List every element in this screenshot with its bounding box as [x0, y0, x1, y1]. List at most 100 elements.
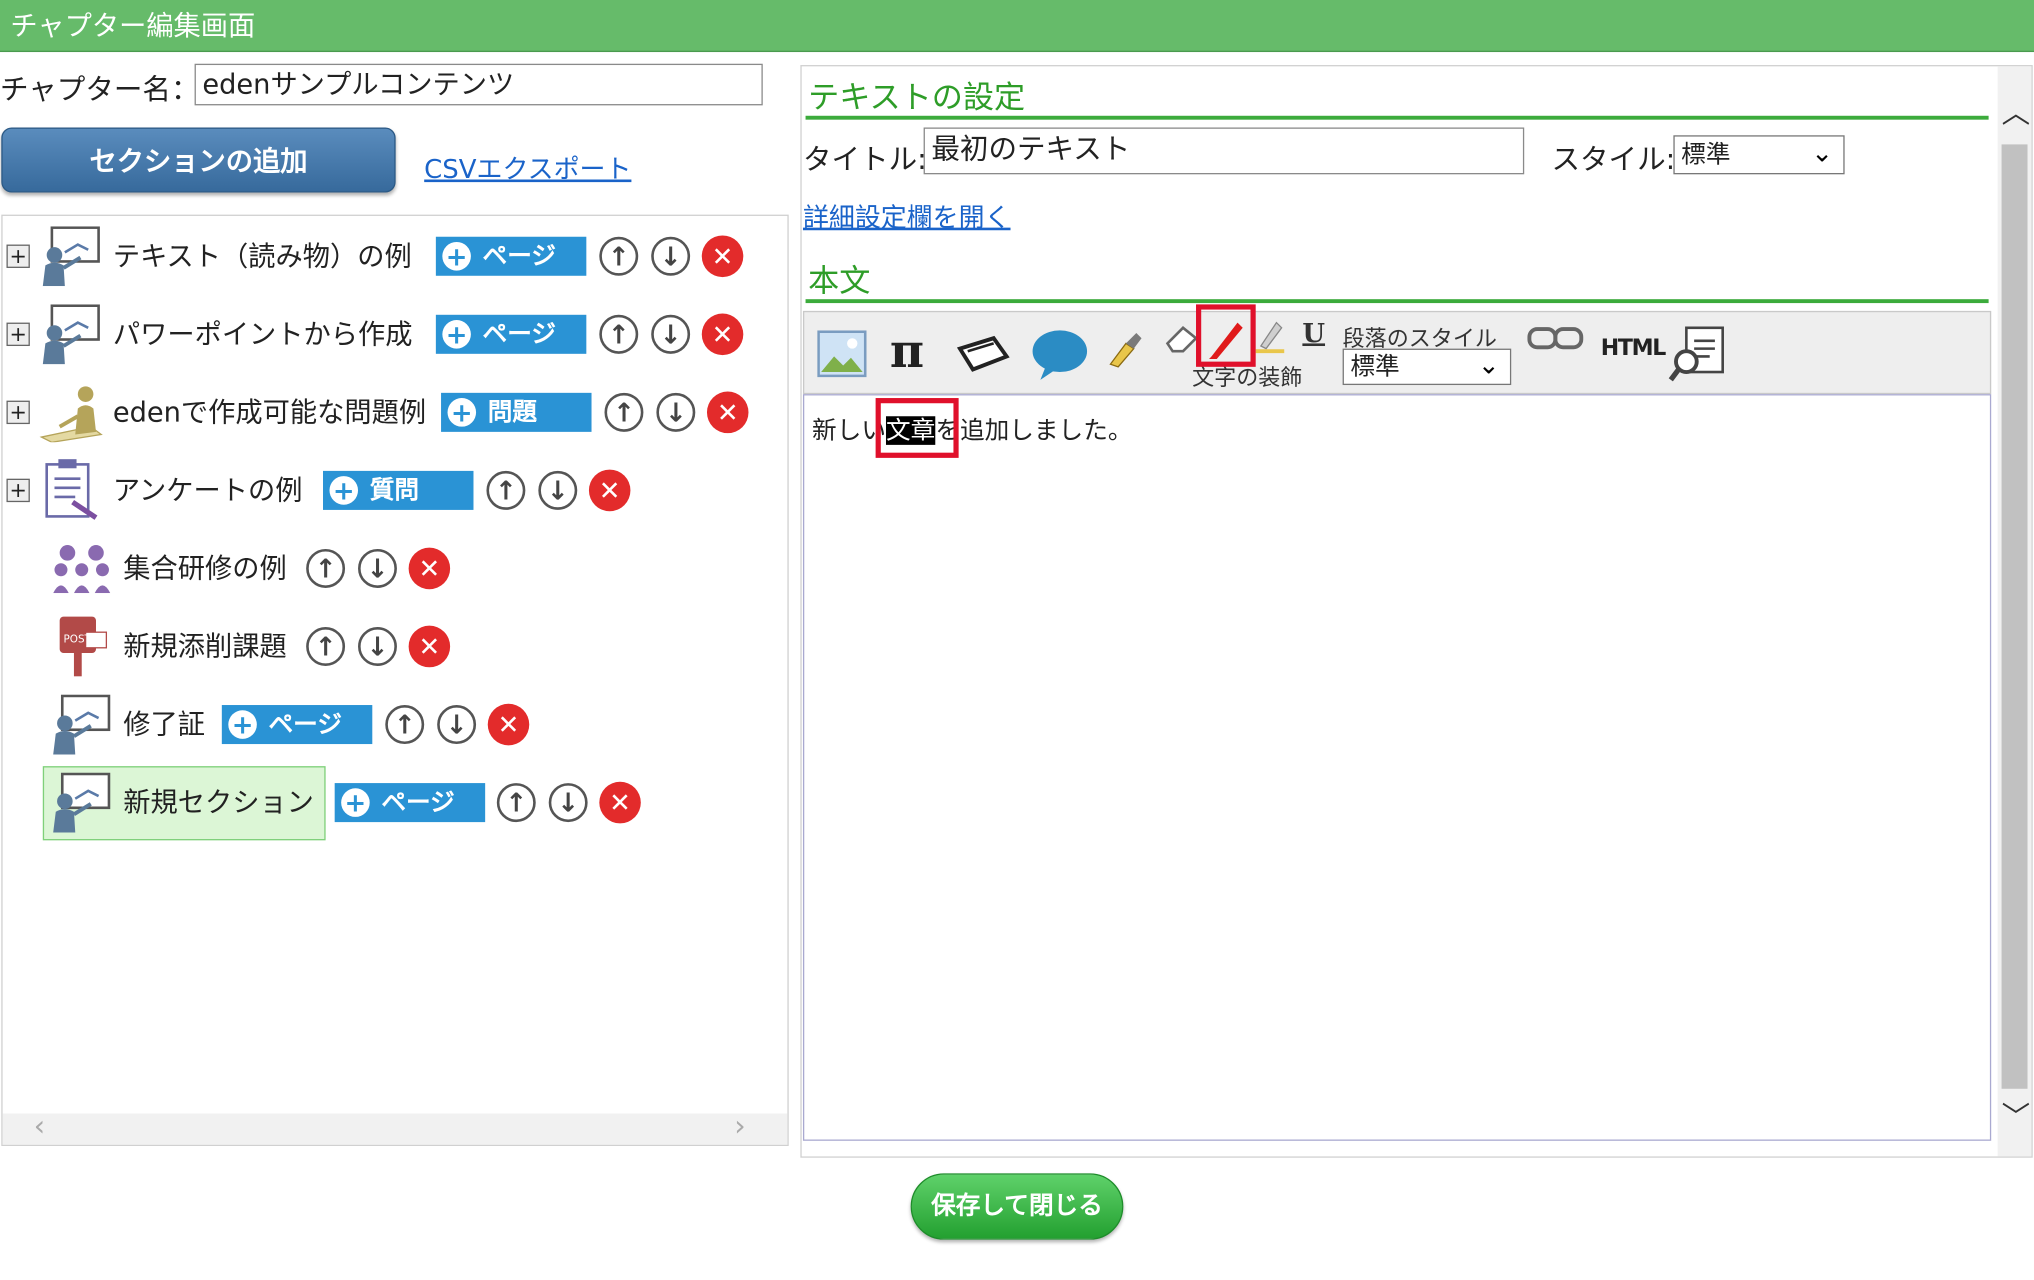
plus-icon: + — [341, 788, 370, 817]
add-question-button[interactable]: + 問題 — [441, 392, 592, 432]
presentation-icon — [42, 304, 100, 365]
csv-export-link[interactable]: CSVエクスポート — [424, 148, 631, 186]
move-up-icon[interactable]: ↑ — [306, 548, 346, 588]
vertical-scrollbar[interactable]: ︿ ﹀ — [1997, 66, 2032, 1157]
editor-text[interactable]: 新しい文章を追加しました。 — [812, 411, 1133, 446]
exam-icon — [39, 386, 103, 443]
add-page-button[interactable]: + ページ — [435, 314, 587, 354]
horizontal-scrollbar[interactable]: ‹ › — [2, 1111, 788, 1145]
section-label[interactable]: 修了証 — [123, 704, 205, 743]
section-label[interactable]: 新規セクション — [123, 782, 314, 821]
editor-toolbar: π U 文字の装飾 段落のスタイル 標準 ⌄ HTML — [802, 310, 1992, 395]
speech-bubble-icon[interactable] — [1030, 328, 1090, 380]
highlighter-icon[interactable] — [1253, 317, 1287, 354]
paragraph-style-select[interactable]: 標準 ⌄ — [1342, 348, 1512, 386]
plus-icon: + — [442, 319, 471, 349]
presentation-icon — [53, 694, 111, 755]
move-down-icon[interactable]: ↓ — [656, 392, 696, 432]
add-section-button[interactable]: セクションの追加 — [1, 127, 396, 193]
window-title: チャプター編集画面 — [0, 0, 2034, 53]
delete-icon[interactable]: ✕ — [487, 703, 530, 746]
chapter-name-input[interactable]: edenサンプルコンテンツ — [194, 63, 763, 106]
section-label[interactable]: 集合研修の例 — [123, 548, 286, 587]
scrollbar-thumb[interactable] — [2001, 144, 2028, 1089]
expand-icon[interactable]: + — [6, 244, 30, 268]
plus-icon: + — [329, 476, 359, 505]
title-input[interactable]: 最初のテキスト — [923, 127, 1525, 175]
svg-text:POST: POST — [64, 634, 92, 646]
section-label[interactable]: 新規添削課題 — [123, 626, 286, 665]
expand-icon[interactable]: + — [6, 322, 30, 347]
delete-icon[interactable]: ✕ — [701, 235, 744, 278]
move-down-icon[interactable]: ↓ — [548, 783, 588, 823]
text-color-highlight-box — [1196, 304, 1256, 367]
add-survey-question-button[interactable]: + 質問 — [323, 470, 474, 510]
section-label[interactable]: テキスト（読み物）の例 — [113, 235, 412, 274]
heading-divider — [805, 115, 1989, 120]
insert-formula-icon[interactable]: π — [890, 328, 924, 375]
section-tree-panel: + テキスト（読み物）の例 + ページ ↑ ↓ ✕ + パワーポイントから作成 +… — [1, 214, 789, 1147]
move-up-icon[interactable]: ↑ — [604, 392, 644, 432]
move-down-icon[interactable]: ↓ — [538, 470, 578, 510]
add-page-button[interactable]: + ページ — [334, 783, 486, 823]
underline-icon[interactable]: U — [1302, 320, 1325, 346]
move-down-icon[interactable]: ↓ — [651, 314, 691, 354]
plus-icon: + — [447, 398, 477, 427]
preview-icon[interactable] — [1668, 323, 1728, 385]
chevron-down-icon: ⌄ — [1477, 348, 1500, 380]
move-down-icon[interactable]: ↓ — [651, 236, 691, 276]
body-divider — [805, 299, 1989, 304]
clipboard-icon — [45, 459, 98, 520]
scroll-left-icon[interactable]: ‹ — [34, 1111, 45, 1144]
insert-image-icon[interactable] — [817, 330, 867, 378]
format-paint-icon[interactable] — [1105, 330, 1144, 369]
scroll-right-icon[interactable]: › — [734, 1111, 745, 1144]
move-down-icon[interactable]: ↓ — [358, 548, 397, 588]
body-editor[interactable]: 新しい文章を追加しました。 — [802, 394, 1992, 1141]
delete-icon[interactable]: ✕ — [588, 469, 631, 512]
section-label[interactable]: アンケートの例 — [113, 470, 303, 509]
add-page-button[interactable]: + ページ — [435, 236, 587, 276]
expand-icon[interactable]: + — [6, 478, 30, 503]
move-down-icon[interactable]: ↓ — [358, 626, 397, 667]
presentation-icon — [53, 772, 111, 833]
selection-highlight-box — [875, 398, 959, 458]
delete-icon[interactable]: ✕ — [706, 391, 749, 434]
text-settings-heading: テキストの設定 — [808, 79, 1026, 116]
title-label: タイトル: — [802, 144, 927, 177]
plus-icon: + — [442, 242, 471, 271]
move-up-icon[interactable]: ↑ — [385, 705, 425, 745]
style-label: スタイル: — [1551, 144, 1676, 177]
delete-icon[interactable]: ✕ — [701, 313, 744, 356]
save-and-close-button[interactable]: 保存して閉じる — [910, 1173, 1124, 1240]
postbox-icon: POST — [59, 616, 108, 677]
expand-icon[interactable]: + — [6, 400, 30, 425]
link-icon[interactable] — [1527, 325, 1584, 351]
eraser-icon[interactable] — [1165, 323, 1199, 354]
move-up-icon[interactable]: ↑ — [599, 236, 639, 276]
style-select[interactable]: 標準 ⌄ — [1673, 135, 1845, 175]
chevron-down-icon: ⌄ — [1811, 136, 1833, 168]
open-details-link[interactable]: 詳細設定欄を開く — [803, 196, 1011, 234]
move-up-icon[interactable]: ↑ — [306, 626, 346, 667]
move-up-icon[interactable]: ↑ — [599, 314, 639, 354]
scroll-down-icon[interactable]: ﹀ — [2002, 1094, 2031, 1136]
html-source-icon[interactable]: HTML — [1601, 338, 1667, 360]
move-up-icon[interactable]: ↑ — [496, 783, 536, 823]
add-page-button[interactable]: + ページ — [221, 705, 373, 745]
body-heading: 本文 — [808, 262, 871, 300]
section-label[interactable]: パワーポイントから作成 — [113, 313, 413, 352]
plus-icon: + — [228, 710, 257, 739]
insert-shape-icon[interactable] — [955, 333, 1012, 375]
chapter-name-label: チャプター名： — [0, 74, 200, 107]
section-label[interactable]: edenで作成可能な問題例 — [113, 392, 426, 431]
move-up-icon[interactable]: ↑ — [486, 470, 526, 510]
delete-icon[interactable]: ✕ — [408, 625, 451, 668]
presentation-icon — [42, 226, 100, 287]
scroll-up-icon[interactable]: ︿ — [2002, 90, 2031, 132]
delete-icon[interactable]: ✕ — [599, 781, 641, 824]
group-icon — [53, 545, 111, 594]
move-down-icon[interactable]: ↓ — [437, 705, 477, 745]
delete-icon[interactable]: ✕ — [408, 547, 451, 590]
chapter-edit-screen: チャプター編集画面 チャプター名： edenサンプルコンテンツ セクションの追加… — [0, 0, 2034, 1280]
